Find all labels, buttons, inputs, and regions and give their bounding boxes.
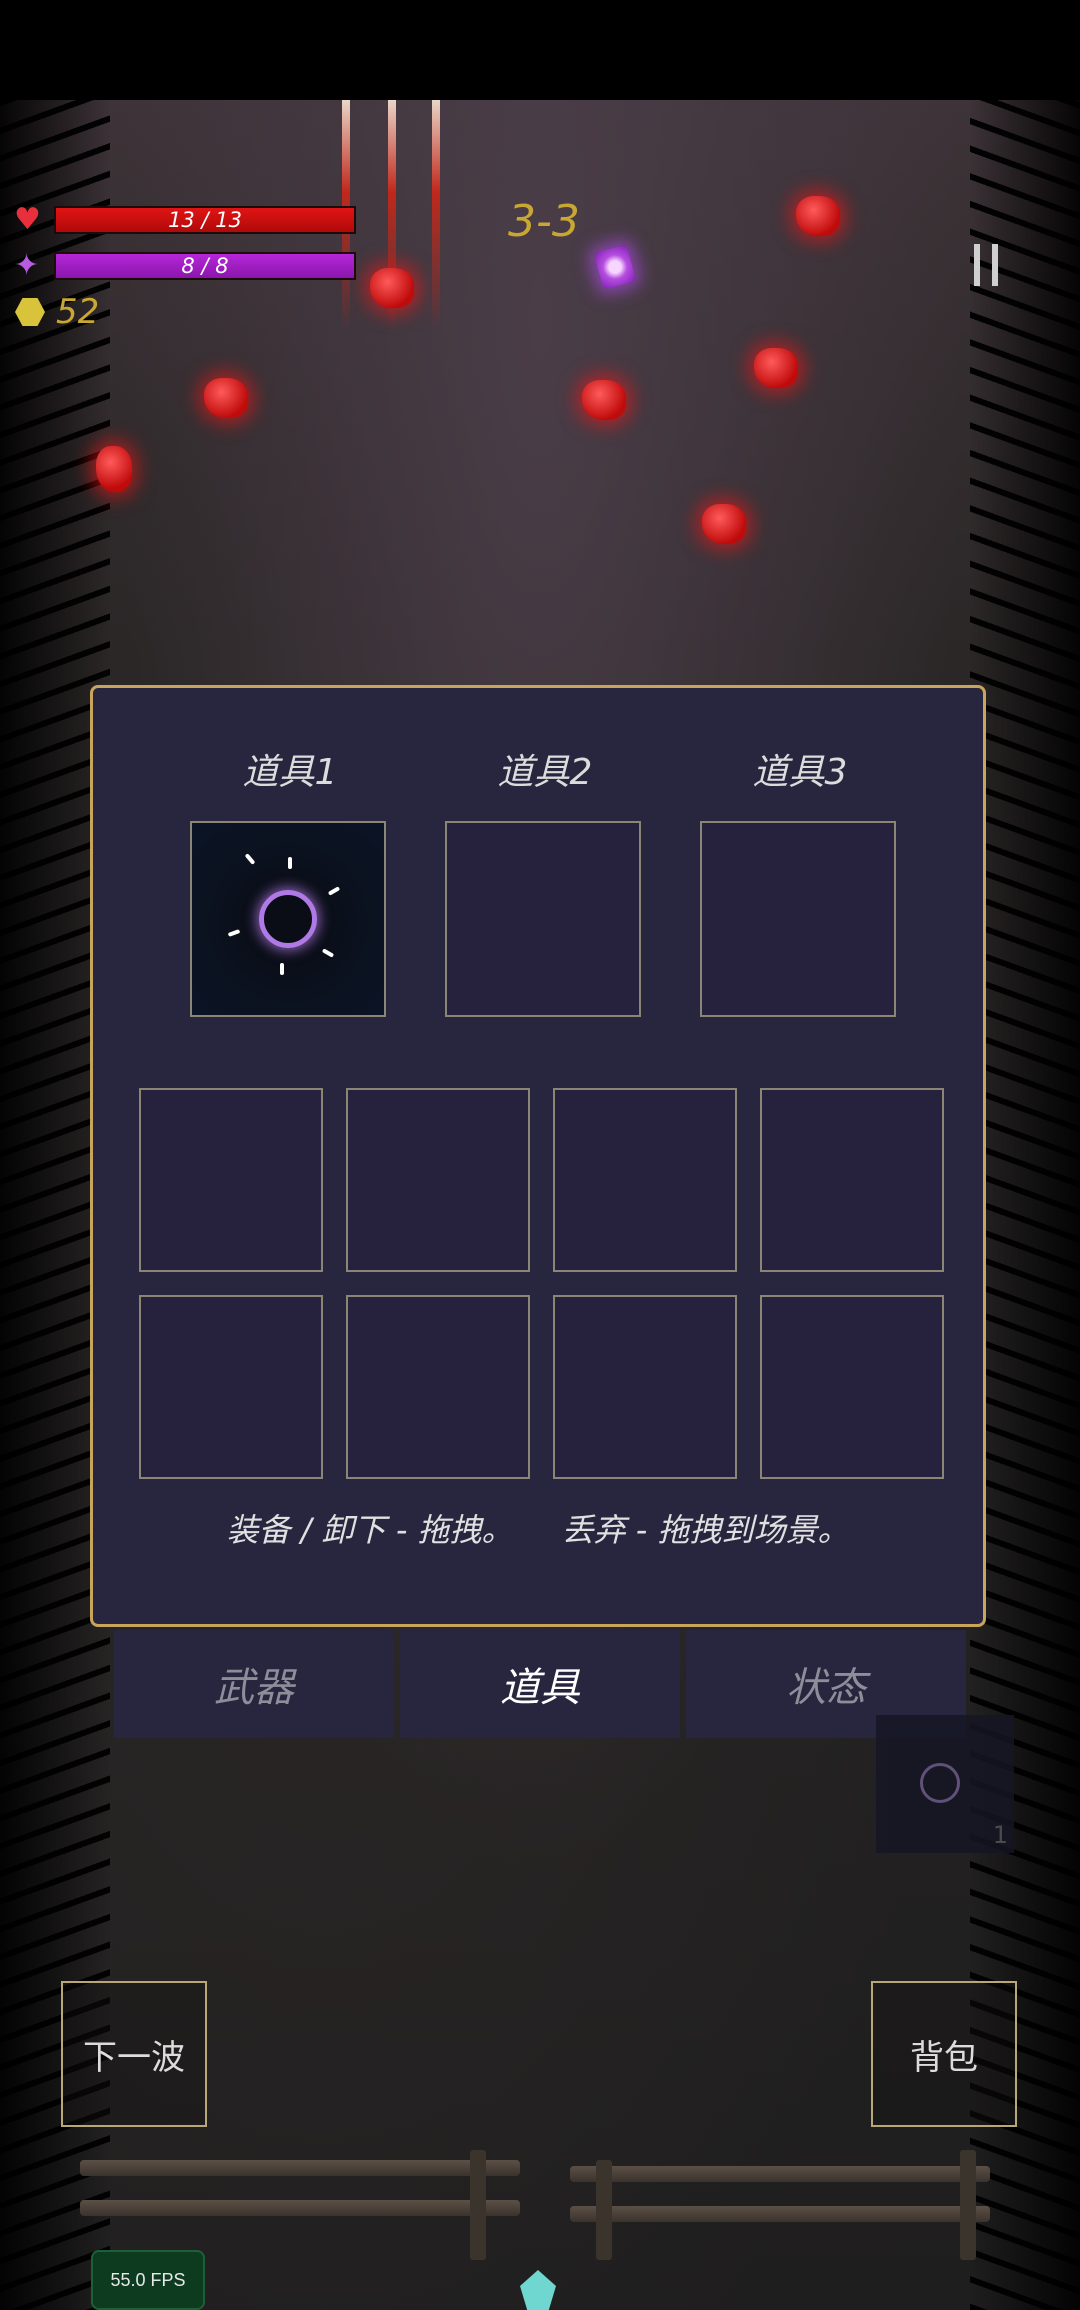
fence-post: [596, 2160, 612, 2260]
mp-text: 8 / 8: [181, 254, 229, 278]
enemy: [204, 378, 248, 418]
slot-title-2: 道具2: [497, 752, 593, 793]
equip-slot-3[interactable]: [700, 821, 896, 1017]
tab-items[interactable]: 道具: [400, 1630, 680, 1738]
backpack-slot[interactable]: [760, 1088, 944, 1272]
wave-label: 3-3: [508, 196, 580, 247]
backpack-slot[interactable]: [760, 1295, 944, 1479]
enemy: [796, 196, 840, 236]
coin-count: 52: [56, 292, 100, 332]
backpack-slot[interactable]: [346, 1088, 530, 1272]
void-ring-icon: [920, 1763, 960, 1803]
spark: [327, 886, 341, 896]
enemy: [702, 504, 746, 544]
pause-button[interactable]: [972, 244, 1002, 286]
fence-post: [470, 2150, 486, 2260]
hp-text: 13 / 13: [168, 208, 242, 232]
spark: [244, 853, 256, 865]
next-wave-button[interactable]: 下一波: [61, 1981, 207, 2127]
pause-icon: [974, 244, 980, 286]
spark: [280, 963, 284, 975]
spark: [227, 929, 241, 937]
mana-icon: ✦: [14, 248, 40, 283]
inventory-panel: 道具1 道具2 道具3 装备 / 卸下 - 拖拽。 丢弃 - 拖拽到场景。: [90, 685, 986, 1627]
heart-icon: ♥: [14, 202, 41, 237]
blood-streak: [432, 100, 440, 330]
fence-rail: [80, 2160, 520, 2176]
pause-icon-bar: [992, 244, 998, 286]
enemy: [370, 268, 414, 308]
enemy: [754, 348, 798, 388]
hint-text: 装备 / 卸下 - 拖拽。 丢弃 - 拖拽到场景。: [93, 1505, 983, 1551]
enemy: [96, 446, 132, 492]
backpack-slot[interactable]: [553, 1088, 737, 1272]
fence-rail: [570, 2206, 990, 2222]
ring-shape: [259, 890, 317, 948]
fence-post: [960, 2150, 976, 2260]
fence-rail: [570, 2166, 990, 2182]
fence-rail: [80, 2200, 520, 2216]
hint-drop: 丢弃 - 拖拽到场景。: [561, 1511, 850, 1549]
spark: [321, 948, 335, 958]
backpack-slot[interactable]: [346, 1295, 530, 1479]
panel-tabs: 武器 道具 状态: [114, 1630, 972, 1738]
equip-slot-2[interactable]: [445, 821, 641, 1017]
backpack-slot[interactable]: [139, 1295, 323, 1479]
bag-button[interactable]: 背包: [871, 1981, 1017, 2127]
quick-item-count: 1: [992, 1821, 1008, 1849]
spark: [288, 857, 292, 869]
tab-weapons[interactable]: 武器: [114, 1630, 394, 1738]
right-foliage: [970, 100, 1080, 2310]
mp-bar: 8 / 8: [54, 252, 356, 280]
backpack-slot[interactable]: [553, 1295, 737, 1479]
hint-equip: 装备 / 卸下 - 拖拽。: [226, 1511, 514, 1549]
void-ring-item-icon[interactable]: [192, 823, 384, 1015]
equip-slot-1[interactable]: [190, 821, 386, 1017]
slot-title-3: 道具3: [752, 752, 848, 793]
backpack-slot[interactable]: [139, 1088, 323, 1272]
quick-item-slot[interactable]: 1: [876, 1715, 1014, 1853]
fps-counter: 55.0 FPS: [91, 2250, 205, 2310]
enemy: [582, 380, 626, 420]
slot-title-1: 道具1: [242, 752, 338, 793]
hp-bar: 13 / 13: [54, 206, 356, 234]
